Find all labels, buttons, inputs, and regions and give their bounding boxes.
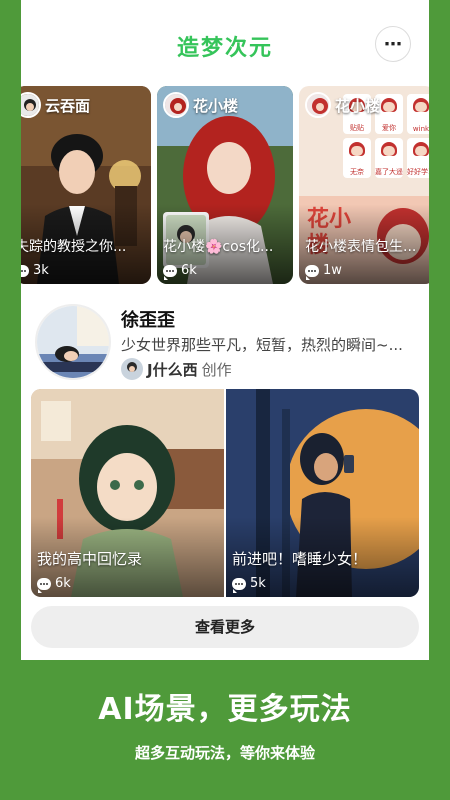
card-stat: 6k xyxy=(163,263,197,280)
header: 造梦次元 ⋯ xyxy=(21,0,429,86)
comment-count: 6k xyxy=(181,263,197,278)
comment-count: 5k xyxy=(250,576,266,591)
story-stat: 6k xyxy=(37,576,71,593)
character-name: 花小楼 xyxy=(335,96,381,115)
story-stat: 5k xyxy=(232,576,266,593)
comment-icon xyxy=(232,577,246,593)
story-tiles: 我的高中回忆录 6k 前进吧！嗜睡少女！ 5k xyxy=(31,389,419,597)
card-header: 云吞面 xyxy=(21,92,90,118)
story-caption: 前进吧！嗜睡少女！ xyxy=(232,550,368,568)
comment-count: 3k xyxy=(33,263,49,278)
promo-title: AI场景，更多玩法 xyxy=(98,692,352,727)
phone-screen: 造梦次元 ⋯ 云吞面 失踪的教授之你... 3k 花小楼 花小楼🌸cos化...… xyxy=(21,0,429,660)
character-name: 花小楼 xyxy=(193,96,239,115)
creator-name: J什么西 xyxy=(147,360,198,379)
sticker: wink xyxy=(407,94,429,134)
app-title: 造梦次元 xyxy=(176,36,273,61)
avatar xyxy=(163,92,189,118)
avatar xyxy=(21,92,41,118)
comment-icon xyxy=(37,577,51,593)
character-card[interactable]: 云吞面 失踪的教授之你... 3k xyxy=(21,86,151,284)
comment-count: 6k xyxy=(55,576,71,591)
card-stat: 3k xyxy=(21,263,49,278)
sticker: 嘉了大遥 xyxy=(375,138,403,178)
card-header: 花小楼 xyxy=(163,92,238,118)
creator-profile[interactable]: 徐歪歪 少女世界那些平凡，短暂，热烈的瞬间~... J什么西 创作 xyxy=(21,300,429,386)
creator-avatar xyxy=(121,358,143,380)
creator-suffix: 创作 xyxy=(201,360,232,379)
card-caption: 失踪的教授之你... xyxy=(21,239,127,255)
story-card[interactable]: 我的高中回忆录 6k xyxy=(31,389,224,597)
character-name: 云吞面 xyxy=(45,96,91,115)
comment-count: 1w xyxy=(323,263,342,278)
story-caption: 我的高中回忆录 xyxy=(37,550,143,568)
story-card[interactable]: 前进吧！嗜睡少女！ 5k xyxy=(226,389,419,597)
profile-name: 徐歪歪 xyxy=(121,310,175,331)
profile-description: 少女世界那些平凡，短暂，热烈的瞬间~... xyxy=(121,336,403,354)
avatar[interactable] xyxy=(35,304,111,380)
comment-icon xyxy=(21,264,29,277)
creator-line[interactable]: J什么西 创作 xyxy=(121,358,232,380)
card-header: 花小楼 xyxy=(305,92,380,118)
card-caption: 花小楼表情包生... xyxy=(305,239,417,255)
more-dots-icon: ⋯ xyxy=(384,33,402,55)
character-carousel[interactable]: 云吞面 失踪的教授之你... 3k 花小楼 花小楼🌸cos化... 6k 贴贴 … xyxy=(21,86,429,286)
sticker: 好好学习 xyxy=(407,138,429,178)
character-card[interactable]: 花 小 楼 贴贴 爱你 wink 无奈 嘉了大遥 好好学习 花小楼 花小楼表情包… xyxy=(299,86,429,284)
avatar xyxy=(305,92,331,118)
sticker: 无奈 xyxy=(343,138,371,178)
character-card[interactable]: 花小楼 花小楼🌸cos化... 6k xyxy=(157,86,293,284)
promo-subtitle: 超多互动玩法，等你来体验 xyxy=(134,744,315,762)
card-stat: 1w xyxy=(305,263,342,280)
card-caption: 花小楼🌸cos化... xyxy=(163,239,274,255)
comment-icon xyxy=(305,264,319,280)
comment-icon xyxy=(163,264,177,280)
more-button[interactable]: ⋯ xyxy=(375,26,411,62)
see-more-button[interactable]: 查看更多 xyxy=(31,606,419,648)
